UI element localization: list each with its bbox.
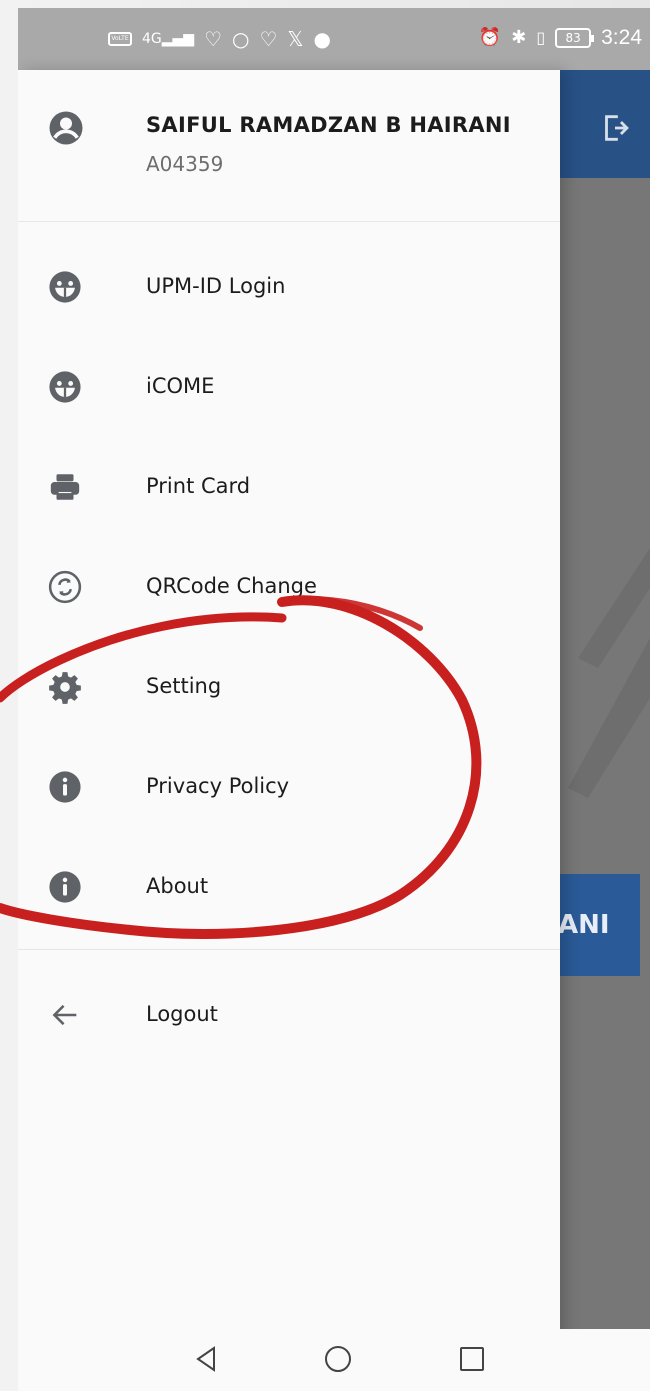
volte-icon: VoLTE — [108, 32, 132, 46]
vibrate-icon: ▯ — [536, 28, 546, 47]
status-left-icons: VoLTE 4G▂▄▆ ♡ ○ ♡ 𝕏 ● — [108, 26, 331, 52]
alarm-icon: ⏰ — [478, 27, 502, 48]
emoticon-icon — [49, 271, 81, 303]
drawer-user-header: SAIFUL RAMADZAN B HAIRANI A04359 — [18, 70, 560, 222]
menu-item-label: QRCode Change — [146, 574, 317, 598]
menu-item-print-card[interactable]: Print Card — [18, 438, 560, 538]
back-triangle-icon[interactable] — [190, 1343, 222, 1375]
menu-item-upm-id-login[interactable]: UPM-ID Login — [18, 238, 560, 338]
menu-divider — [18, 949, 560, 950]
bluetooth-icon: ✱ — [511, 27, 527, 48]
printer-icon — [50, 474, 80, 500]
recents-square-icon[interactable] — [456, 1343, 488, 1375]
chat-icon: ● — [313, 27, 331, 51]
menu-item-icome[interactable]: iCOME — [18, 338, 560, 438]
refresh-circle-icon — [48, 570, 82, 604]
menu-item-label: UPM-ID Login — [146, 274, 286, 298]
background-stripes — [568, 548, 650, 798]
app-notification-icon-2: ♡ — [259, 27, 278, 51]
menu-item-privacy-policy[interactable]: Privacy Policy — [18, 738, 560, 838]
menu-item-label: Setting — [146, 674, 222, 698]
user-id: A04359 — [146, 152, 224, 176]
menu-item-qrcode-change[interactable]: QRCode Change — [18, 538, 560, 638]
status-right-icons: ⏰ ✱ ▯ 83 3:24 — [479, 24, 642, 52]
menu-item-label: About — [146, 874, 209, 898]
system-nav-bar — [18, 1329, 650, 1391]
status-bar: VoLTE 4G▂▄▆ ♡ ○ ♡ 𝕏 ● ⏰ ✱ ▯ 83 3:24 — [18, 8, 650, 70]
navigation-drawer: SAIFUL RAMADZAN B HAIRANI A04359 UPM-ID … — [18, 70, 560, 1391]
x-icon: 𝕏 — [287, 27, 304, 51]
menu-item-about[interactable]: About — [18, 838, 560, 938]
menu-item-logout[interactable]: Logout — [18, 966, 560, 1066]
battery-icon: 83 — [555, 28, 595, 48]
app-name-fragment: ANI — [558, 910, 610, 940]
menu-item-label: Logout — [146, 1002, 218, 1026]
clock: 3:24 — [601, 26, 642, 49]
phone-screen: ANI VoLTE 4G▂▄▆ ♡ ○ ♡ 𝕏 ● ⏰ ✱ ▯ 83 3:24 — [18, 8, 650, 1391]
emoticon-icon — [49, 371, 81, 403]
home-circle-icon[interactable] — [322, 1343, 354, 1375]
menu-item-label: Privacy Policy — [146, 774, 290, 798]
arrow-left-icon — [52, 1004, 77, 1026]
account-circle-icon — [49, 111, 83, 145]
circle-notification-icon: ○ — [232, 27, 250, 51]
menu-item-label: Print Card — [146, 474, 251, 498]
app-name-banner: ANI — [556, 874, 640, 976]
signal-icon: 4G▂▄▆ — [142, 31, 195, 47]
info-icon — [49, 771, 81, 803]
info-icon — [49, 871, 81, 903]
network-type-label: 4G — [142, 31, 162, 47]
menu-item-setting[interactable]: Setting — [18, 638, 560, 738]
app-notification-icon: ♡ — [204, 27, 223, 51]
menu-item-label: iCOME — [146, 374, 215, 398]
user-name: SAIFUL RAMADZAN B HAIRANI — [146, 113, 511, 137]
exit-icon[interactable] — [598, 111, 632, 145]
gear-icon — [49, 672, 81, 704]
